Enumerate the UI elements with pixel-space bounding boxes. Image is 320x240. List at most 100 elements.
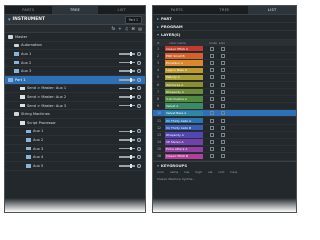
tab-parts[interactable]: PARTS (153, 6, 201, 14)
mute-checkbox[interactable] (210, 111, 214, 116)
tree-item[interactable]: Automation (5, 42, 145, 51)
volume-fader[interactable] (119, 155, 135, 159)
solo-checkbox[interactable] (221, 104, 225, 109)
tab-tree[interactable]: TREE (51, 6, 99, 14)
tab-list[interactable]: LIST (98, 6, 145, 14)
volume-fader[interactable] (119, 164, 135, 167)
tree-item[interactable]: Script Processor (5, 119, 145, 128)
command-icon[interactable]: ⌘ (131, 26, 135, 31)
volume-fader[interactable] (119, 129, 135, 133)
layer-row[interactable]: 16 Classic PEAK B (153, 153, 296, 161)
layer-row[interactable]: 4 Legion Bass A (153, 67, 296, 75)
tree-item[interactable]: Aux 4 (5, 153, 145, 162)
solo-checkbox[interactable] (221, 68, 225, 73)
solo-checkbox[interactable] (221, 147, 225, 152)
mute-checkbox[interactable] (210, 68, 214, 73)
layers-section[interactable]: ▾ LAYER(S) (153, 31, 296, 40)
part-section[interactable]: ▸ PART (153, 15, 296, 24)
volume-fader[interactable] (119, 69, 135, 73)
solo-checkbox[interactable] (221, 96, 225, 101)
mute-checkbox[interactable] (210, 140, 214, 145)
layer-row[interactable]: 1 Classic PEAK A (153, 45, 296, 53)
volume-fader[interactable] (119, 103, 135, 107)
mute-checkbox[interactable] (210, 89, 214, 94)
power-knob-icon[interactable] (137, 86, 141, 91)
mute-checkbox[interactable] (210, 75, 214, 80)
layer-row[interactable]: 11 Vir Thirty Cello A (153, 117, 296, 125)
mute-checkbox[interactable] (210, 46, 214, 51)
solo-checkbox[interactable] (221, 132, 225, 137)
keygroup-row[interactable]: Classic Machine Synthe... (153, 176, 296, 183)
mute-checkbox[interactable] (210, 125, 214, 130)
mute-checkbox[interactable] (210, 96, 214, 101)
solo-checkbox[interactable] (221, 111, 225, 116)
power-knob-icon[interactable] (137, 146, 141, 151)
tree-item[interactable]: Part 1 (5, 75, 145, 85)
layer-row[interactable]: 14 VP Stereo A (153, 139, 296, 147)
power-knob-icon[interactable] (137, 129, 141, 134)
tree-item[interactable]: Aux 3 (5, 67, 145, 76)
volume-fader[interactable] (119, 78, 135, 82)
volume-fader[interactable] (119, 86, 135, 90)
power-knob-icon[interactable] (137, 60, 141, 65)
tree-item[interactable]: Aux 2 (5, 59, 145, 68)
mute-checkbox[interactable] (210, 147, 214, 152)
volume-fader[interactable] (119, 52, 135, 56)
tree-item[interactable]: Send > Master: Aux 1 (5, 85, 145, 94)
layer-row[interactable]: 7 Rhapsody A (153, 89, 296, 96)
solo-checkbox[interactable] (221, 140, 225, 145)
power-knob-icon[interactable] (137, 103, 141, 108)
volume-fader[interactable] (119, 95, 135, 99)
solo-checkbox[interactable] (221, 154, 225, 159)
fx-icon[interactable]: fx (111, 26, 115, 31)
solo-checkbox[interactable] (221, 82, 225, 87)
layer-row[interactable]: 6 Warhorse A (153, 81, 296, 89)
note-icon[interactable]: ♫ (125, 26, 129, 31)
power-knob-icon[interactable] (137, 51, 141, 56)
tree-item[interactable]: Master (5, 33, 145, 42)
tree-item[interactable]: Aux 1 (5, 50, 145, 59)
tab-list[interactable]: LIST (248, 6, 296, 14)
mute-checkbox[interactable] (210, 118, 214, 123)
volume-fader[interactable] (119, 146, 135, 150)
tree-item[interactable]: Aux 2 (5, 136, 145, 145)
volume-fader[interactable] (119, 138, 135, 142)
tab-tree[interactable]: TREE (201, 6, 249, 14)
tree-item[interactable]: Aux 5 (5, 162, 145, 171)
mute-checkbox[interactable] (210, 61, 214, 66)
mute-checkbox[interactable] (210, 132, 214, 137)
layer-row[interactable]: 2 ERD Small B (153, 53, 296, 60)
tree-item[interactable]: Aux 1 (5, 128, 145, 137)
layer-row[interactable]: 10 Velvet Bass A (153, 110, 296, 118)
power-knob-icon[interactable] (137, 137, 141, 142)
tab-parts[interactable]: PARTS (5, 6, 52, 14)
layer-row[interactable]: 12 Vir Thirty Cello B (153, 125, 296, 132)
mute-checkbox[interactable] (210, 154, 214, 159)
tree-item[interactable]: String Machines (5, 110, 145, 119)
tree-item[interactable]: Send > Master: Aux 3 (5, 102, 145, 111)
part-selector[interactable]: Part 1 (124, 15, 142, 24)
solo-checkbox[interactable] (221, 125, 225, 130)
solo-checkbox[interactable] (221, 46, 225, 51)
solo-checkbox[interactable] (221, 53, 225, 58)
tree-item[interactable]: Send > Master: Aux 2 (5, 93, 145, 102)
program-section[interactable]: ▸ PROGRAM (153, 23, 296, 32)
solo-checkbox[interactable] (221, 89, 225, 94)
layer-row[interactable]: 3 Excalibur A (153, 60, 296, 68)
layer-row[interactable]: 8 V-Orchestra A (153, 96, 296, 104)
layer-row[interactable]: 5 Melody A (153, 74, 296, 82)
solo-checkbox[interactable] (221, 61, 225, 66)
power-knob-icon[interactable] (137, 163, 141, 168)
mute-checkbox[interactable] (210, 82, 214, 87)
power-knob-icon[interactable] (137, 94, 141, 99)
layer-row[interactable]: 13 Rhapsody A (153, 132, 296, 139)
keygroups-section[interactable]: ▾ KEYGROUPS (153, 160, 296, 169)
layer-row[interactable]: 9 Velvet A (153, 103, 296, 111)
layer-row[interactable]: 15 Extra Attack A (153, 146, 296, 154)
volume-fader[interactable] (119, 60, 135, 64)
power-knob-icon[interactable] (137, 155, 141, 160)
mute-checkbox[interactable] (210, 104, 214, 109)
power-knob-icon[interactable] (137, 69, 141, 74)
solo-checkbox[interactable] (221, 118, 225, 123)
chevron-down-icon[interactable]: ▾ (8, 17, 11, 23)
